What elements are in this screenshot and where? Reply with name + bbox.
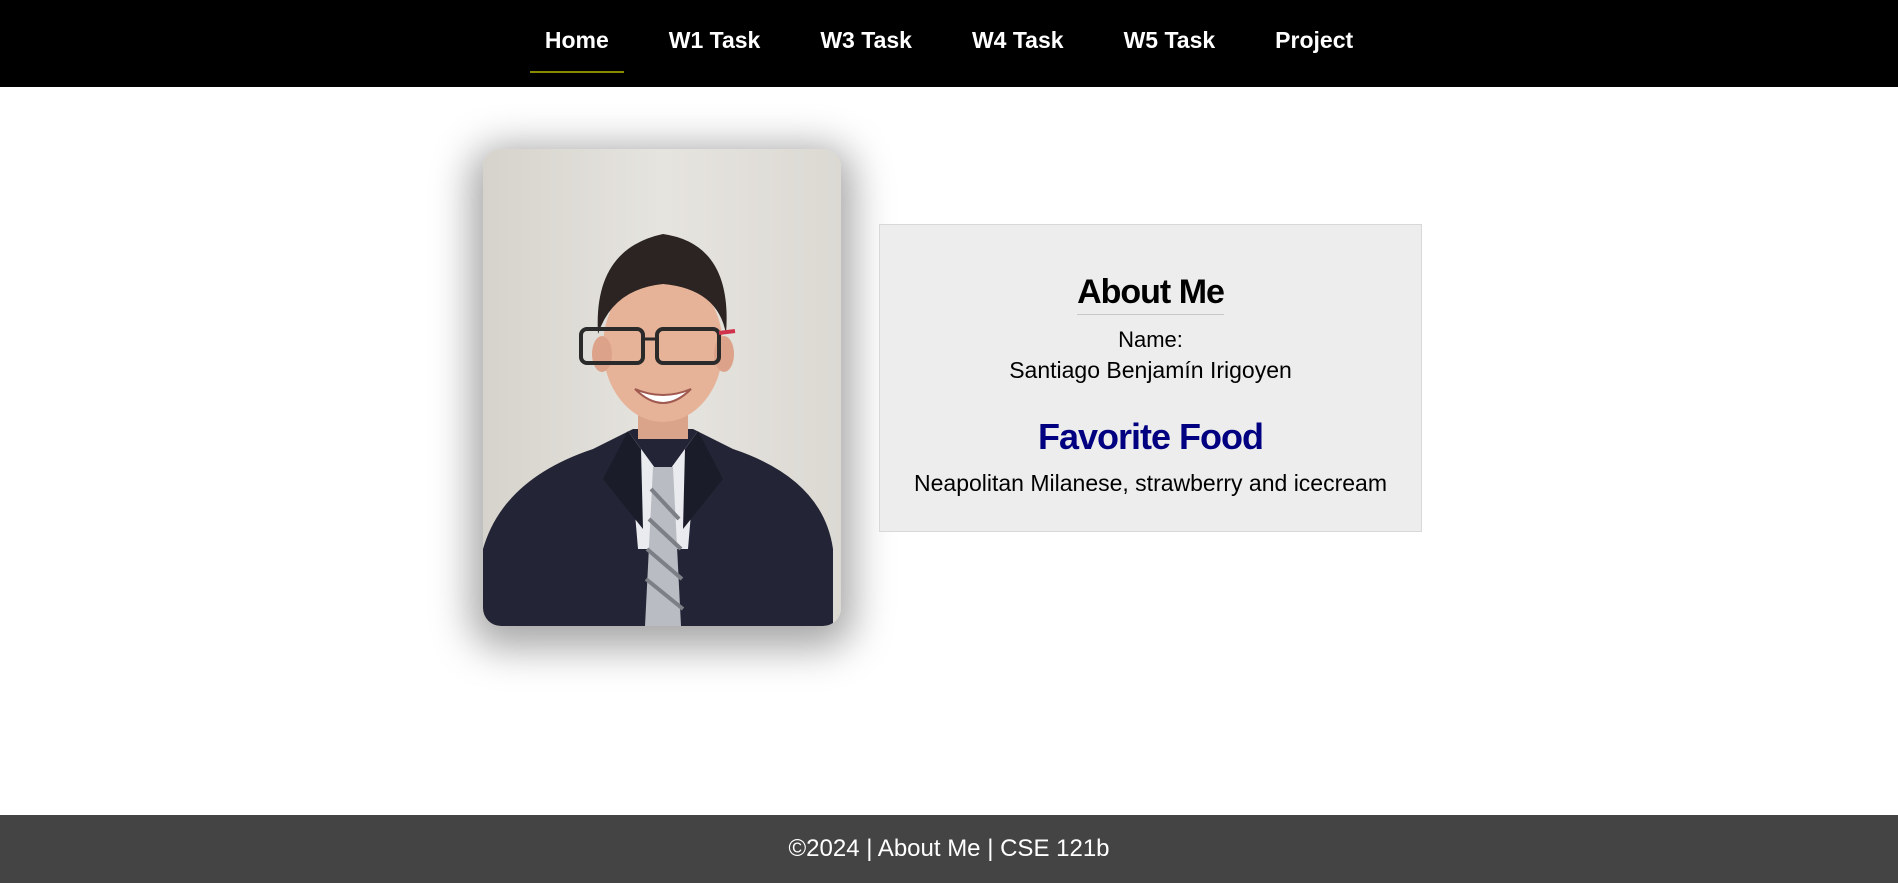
footer-text: ©2024 | About Me | CSE 121b (788, 835, 1110, 862)
name-value: Santiago Benjamín Irigoyen (1009, 357, 1292, 383)
favorite-food-value: Neapolitan Milanese, strawberry and icec… (914, 470, 1387, 496)
about-me-card: About Me Name: Santiago Benjamín Irigoye… (879, 224, 1422, 532)
nav-item-project[interactable]: Project (1260, 0, 1368, 73)
nav-item-w1-task[interactable]: W1 Task (654, 0, 776, 73)
nav-item-home[interactable]: Home (529, 0, 624, 73)
favorite-food-heading: Favorite Food (1037, 416, 1264, 457)
nav-item-w4-task[interactable]: W4 Task (957, 0, 1079, 73)
footer: ©2024 | About Me | CSE 121b (0, 815, 1898, 883)
nav-item-w5-task[interactable]: W5 Task (1109, 0, 1231, 73)
nav-list: Home W1 Task W3 Task W4 Task W5 Task Pro… (515, 0, 1383, 73)
profile-photo (483, 149, 841, 626)
about-me-heading: About Me (1077, 273, 1225, 315)
portrait-illustration (483, 149, 841, 626)
name-label: Name: (1118, 327, 1183, 352)
nav-item-w3-task[interactable]: W3 Task (805, 0, 927, 73)
top-navigation: Home W1 Task W3 Task W4 Task W5 Task Pro… (0, 0, 1898, 87)
